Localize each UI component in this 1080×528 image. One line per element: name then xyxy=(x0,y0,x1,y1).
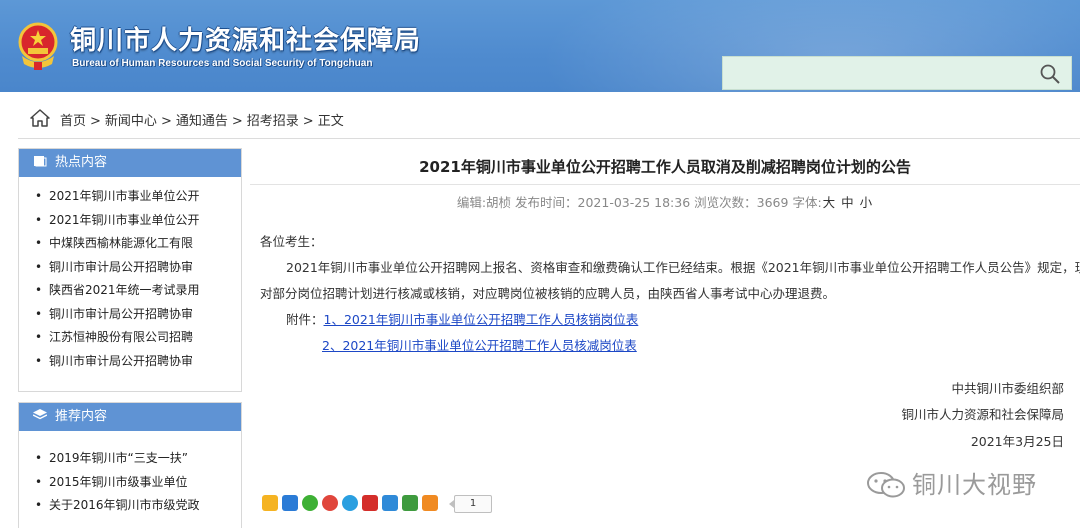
breadcrumb-separator: > xyxy=(302,114,314,129)
sidebar-recommend: 推荐内容 • 2019年铜川市“三支一扶” • 2015年铜川市级事业单位 • 关于2… xyxy=(18,402,242,528)
search-box xyxy=(722,56,1072,90)
sidebar-hot-item[interactable]: • 江苏恒神股份有限公司招聘 xyxy=(19,326,241,350)
wechat-icon[interactable] xyxy=(302,495,318,511)
publish-time: 2021-03-25 18:36 xyxy=(577,195,691,210)
sidebar-hot-header: 热点内容 xyxy=(19,149,241,177)
pengyou-icon[interactable] xyxy=(342,495,358,511)
wechat-logo-icon xyxy=(867,472,905,498)
sidebar-recommend-title: 推荐内容 xyxy=(55,409,108,424)
breadcrumb-separator: > xyxy=(160,114,172,129)
national-emblem-icon xyxy=(18,22,58,70)
breadcrumb-notices[interactable]: 通知通告 xyxy=(176,114,228,129)
share-count: 1 xyxy=(449,495,492,513)
sidebar-recommend-item[interactable]: • 关于2016年铜川市市级党政 xyxy=(19,494,241,518)
home-icon[interactable] xyxy=(30,109,50,127)
font-size-small-button[interactable]: 小 xyxy=(860,195,873,210)
article-meta: 编辑:胡桢 发布时间：2021-03-25 18:36 浏览次数：3669 字体… xyxy=(456,195,873,210)
sidebar-hot-item[interactable]: • 铜川市审计局公开招聘协审 xyxy=(19,303,241,327)
sidebar-hot-title: 热点内容 xyxy=(55,155,108,170)
sidebar-recommend-list: • 2019年铜川市“三支一扶” • 2015年铜川市级事业单位 • 关于2016年铜… xyxy=(19,431,241,518)
search-input[interactable] xyxy=(729,62,1033,86)
douban-icon[interactable] xyxy=(402,495,418,511)
kaixin-icon[interactable] xyxy=(382,495,398,511)
sidebar-hot-item[interactable]: • 2021年铜川市事业单位公开 xyxy=(19,209,241,233)
view-count: 3669 xyxy=(756,195,789,210)
signature-org-1: 中共铜川市委组织部 xyxy=(951,381,1064,396)
signature-date: 2021年3月25日 xyxy=(970,434,1064,449)
sidebar-hot-item[interactable]: • 铜川市审计局公开招聘协审 xyxy=(19,350,241,374)
attachments: 附件：1、2021年铜川市事业单位公开招聘工作人员核销岗位表 xyxy=(286,309,638,328)
site-header: 铜川市人力资源和社会保障局 Bureau of Human Resources … xyxy=(0,0,1080,92)
paragraph-line-2: 对部分岗位招聘计划进行核减或核销，对应聘岗位被核销的应聘人员，由陕西省人事考试中… xyxy=(260,286,836,301)
attachment-link-1[interactable]: 1、2021年铜川市事业单位公开招聘工作人员核销岗位表 xyxy=(324,312,639,327)
sidebar-hot: 热点内容 • 2021年铜川市事业单位公开 • 2021年铜川市事业单位公开 • 中煤… xyxy=(18,148,242,392)
breadcrumb-news-center[interactable]: 新闻中心 xyxy=(105,114,157,129)
breadcrumb-separator: > xyxy=(90,114,101,129)
qq-icon[interactable] xyxy=(282,495,298,511)
sidebar-hot-item[interactable]: • 铜川市审计局公开招聘协审 xyxy=(19,256,241,280)
attachments-label: 附件： xyxy=(286,312,324,327)
greeting: 各位考生： xyxy=(260,234,323,249)
breadcrumb-trail: 首页 > 新闻中心 > 通知通告 > 招考招录 > 正文 xyxy=(60,110,344,129)
signature-org-2: 铜川市人力资源和社会保障局 xyxy=(901,407,1064,422)
site-title-english: Bureau of Human Resources and Social Sec… xyxy=(72,58,373,69)
font-size-medium-button[interactable]: 中 xyxy=(841,195,854,210)
attachment-link-2[interactable]: 2、2021年铜川市事业单位公开招聘工作人员核减岗位表 xyxy=(322,338,637,353)
breadcrumb-home[interactable]: 首页 xyxy=(60,114,86,129)
document-icon xyxy=(34,156,47,167)
sidebar-recommend-header: 推荐内容 xyxy=(19,403,241,431)
breadcrumb-separator: > xyxy=(231,114,243,129)
search-icon[interactable] xyxy=(1039,63,1061,85)
paragraph-line-1: 2021年铜川市事业单位公开招聘网上报名、资格审查和缴费确认工作已经结束。根据《… xyxy=(286,260,1080,275)
breadcrumb-current: 正文 xyxy=(317,114,344,129)
renren-icon[interactable] xyxy=(362,495,378,511)
article-title: 2021年铜川市事业单位公开招聘工作人员取消及削减招聘岗位计划的公告 xyxy=(419,158,911,176)
sidebar-recommend-item[interactable]: • 2015年铜川市级事业单位 xyxy=(19,471,241,495)
breadcrumb: 首页 > 新闻中心 > 通知通告 > 招考招录 > 正文 xyxy=(18,100,1080,139)
sidebar-hot-item[interactable]: • 陕西省2021年统一考试录用 xyxy=(19,279,241,303)
sidebar-hot-list: • 2021年铜川市事业单位公开 • 2021年铜川市事业单位公开 • 中煤陕西榆林能… xyxy=(19,177,241,373)
font-size-large-button[interactable]: 大 xyxy=(823,195,836,210)
editor-name: 胡桢 xyxy=(486,195,512,210)
site-title: 铜川市人力资源和社会保障局 xyxy=(70,26,422,56)
weibo-icon[interactable] xyxy=(322,495,338,511)
layers-icon xyxy=(33,409,47,420)
more-share-icon[interactable] xyxy=(422,495,438,511)
qzone-icon[interactable] xyxy=(262,495,278,511)
watermark-text: 铜川大视野 xyxy=(912,471,1037,499)
breadcrumb-recruitment[interactable]: 招考招录 xyxy=(247,114,299,129)
wechat-watermark: 铜川大视野 xyxy=(866,465,1037,499)
sidebar-hot-item[interactable]: • 2021年铜川市事业单位公开 xyxy=(19,185,241,209)
title-divider xyxy=(250,184,1080,185)
sidebar-recommend-item[interactable]: • 2019年铜川市“三支一扶” xyxy=(19,447,241,471)
attachment-2: 2、2021年铜川市事业单位公开招聘工作人员核减岗位表 xyxy=(322,335,637,354)
sidebar-hot-item[interactable]: • 中煤陕西榆林能源化工有限 xyxy=(19,232,241,256)
